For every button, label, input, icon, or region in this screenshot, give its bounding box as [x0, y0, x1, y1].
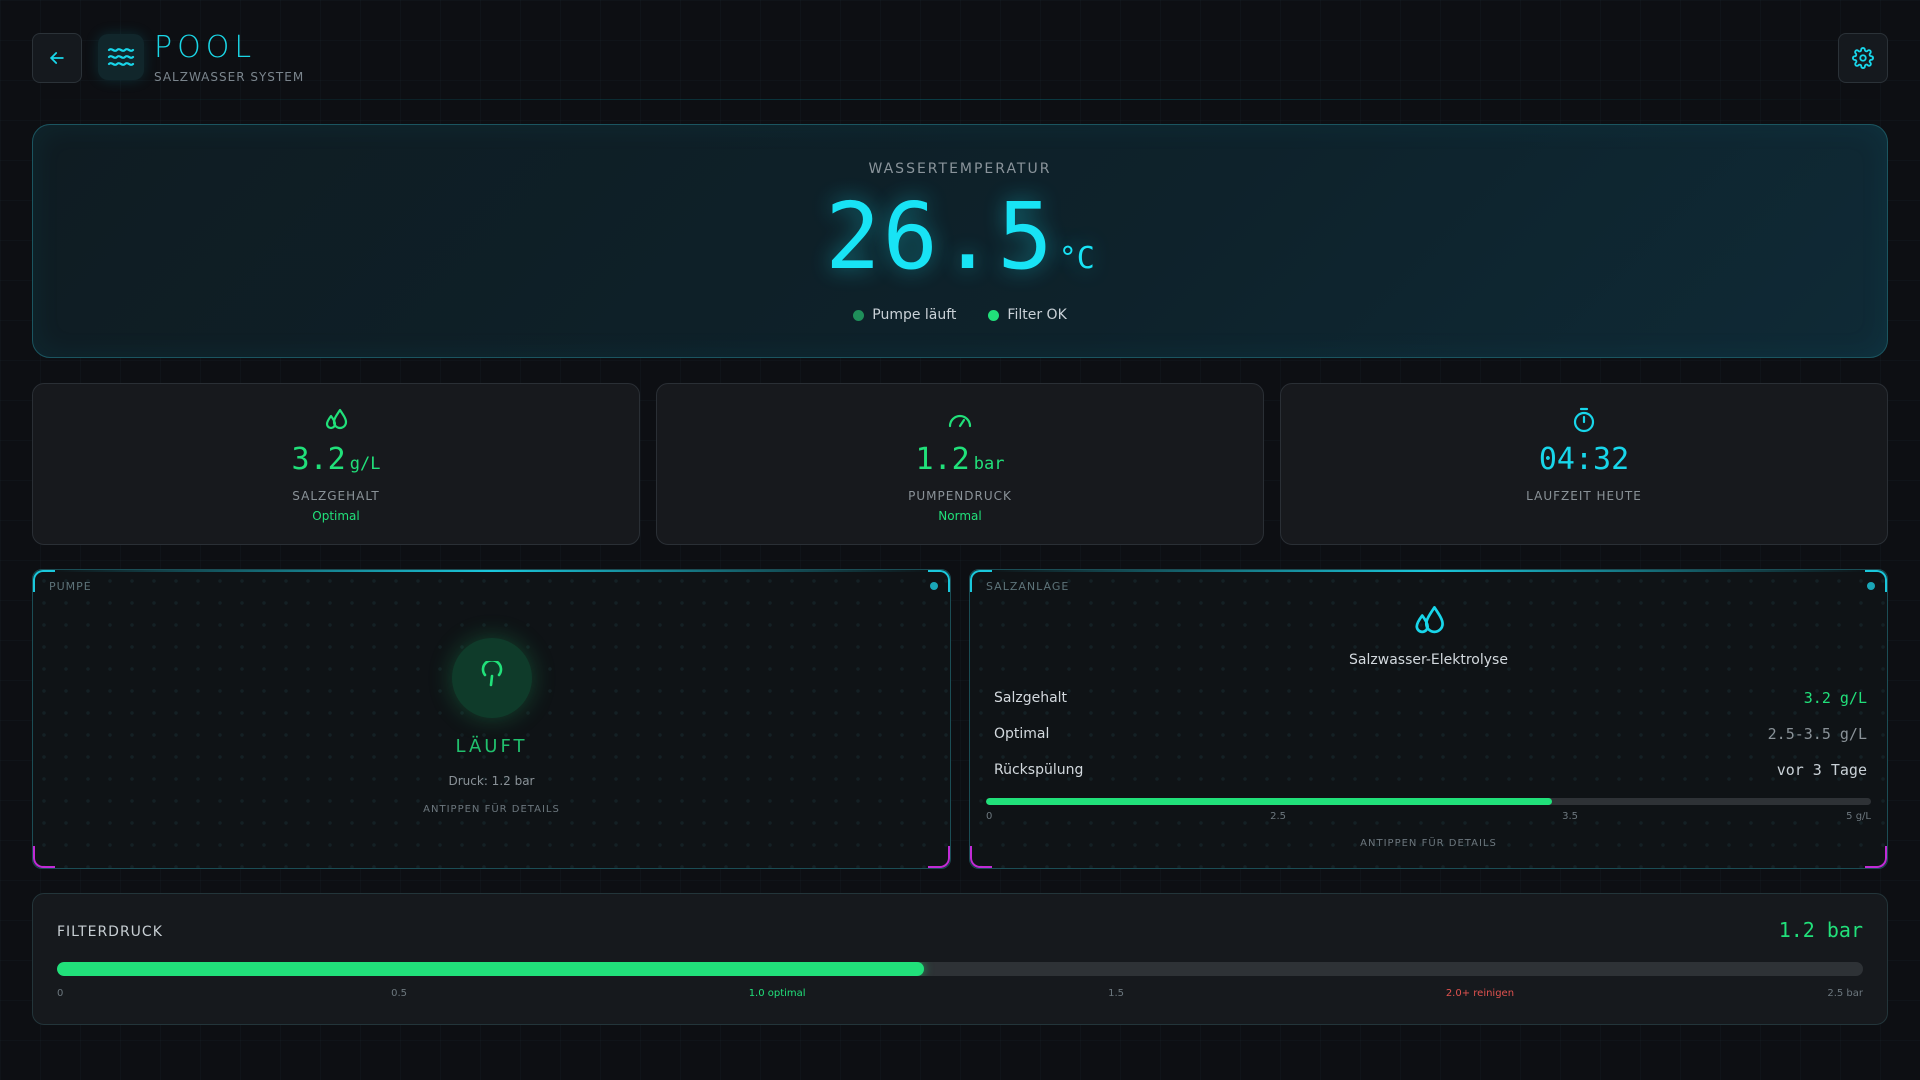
- gauge-icon: [948, 414, 972, 428]
- salt-row-optimal: Optimal 2.5-3.5 g/L: [994, 723, 1867, 745]
- filter-tick: 2.5 bar: [1827, 988, 1863, 999]
- salt-value-unit: g/L: [349, 454, 381, 474]
- salt-drops-icon: [325, 408, 348, 430]
- header-divider: [32, 99, 1888, 100]
- filter-tick-optimal: 1.0 optimal: [748, 988, 806, 999]
- filter-scale: 0 0.5 1.0 optimal 1.5 2.0+ reinigen 2.5 …: [57, 988, 1863, 1000]
- salt-level-fill: [986, 798, 1553, 805]
- salt-drops-icon: [1414, 606, 1444, 634]
- salt-stat-label: SALZGEHALT: [292, 489, 380, 503]
- salt-scale: 0 2.5 3.5 5 g/L: [986, 811, 1871, 823]
- salt-level-bar: [986, 798, 1871, 805]
- temperature-card[interactable]: WASSERTEMPERATUR 26.5 °C Pumpe läuft Filt…: [32, 124, 1888, 358]
- salt-value-number: 3.2: [291, 442, 346, 477]
- pump-status-dot: [853, 309, 865, 321]
- pump-status-label: Pumpe läuft: [872, 307, 957, 323]
- gear-icon: [1852, 47, 1874, 69]
- salt-stat-value: 3.2 g/L: [33, 442, 639, 477]
- pump-pressure: Druck: 1.2 bar: [448, 774, 535, 788]
- salt-panel-indicator: [1867, 582, 1875, 590]
- pump-power-button[interactable]: [451, 638, 532, 718]
- filter-status-label: Filter OK: [1007, 307, 1067, 323]
- corner-bottom-left: [970, 846, 992, 868]
- pump-panel-glow: [53, 570, 930, 572]
- page-subtitle: SALZWASSER SYSTEM: [154, 70, 305, 84]
- arrow-left-icon: [50, 52, 64, 64]
- row-key: Rückspülung: [994, 762, 1084, 778]
- temperature-label: WASSERTEMPERATUR: [868, 161, 1052, 177]
- salt-stat-card[interactable]: 3.2 g/L SALZGEHALT Optimal: [32, 383, 640, 545]
- row-value: 2.5-3.5 g/L: [1767, 725, 1867, 743]
- salt-panel-glow: [990, 570, 1867, 572]
- filter-status: Filter OK: [988, 307, 1067, 323]
- salt-hint: ANTIPPEN FÜR DETAILS: [1360, 838, 1497, 849]
- corner-bottom-right: [928, 846, 950, 868]
- salt-row-salinity: Salzgehalt 3.2 g/L: [994, 687, 1867, 709]
- salt-tick: 2.5: [1270, 811, 1286, 822]
- salt-tick: 5 g/L: [1846, 811, 1871, 822]
- pump-panel-indicator: [930, 582, 938, 590]
- pressure-value-unit: bar: [973, 454, 1005, 474]
- row-key: Optimal: [994, 726, 1050, 742]
- salt-panel[interactable]: SALZANLAGE Salzwasser-Elektrolyse Salzge…: [969, 569, 1888, 869]
- filter-pressure-label: FILTERDRUCK: [57, 924, 163, 940]
- filter-pressure-value: 1.2 bar: [1778, 918, 1863, 942]
- pressure-stat-label: PUMPENDRUCK: [908, 489, 1012, 503]
- pressure-stat-value: 1.2 bar: [657, 442, 1263, 477]
- filter-tick-clean: 2.0+ reinigen: [1445, 988, 1515, 999]
- salt-panel-tag: SALZANLAGE: [986, 580, 1070, 593]
- filter-tick: 0.5: [391, 988, 408, 999]
- back-button[interactable]: [32, 33, 82, 83]
- temperature-unit: °C: [1058, 241, 1095, 276]
- waves-icon: [107, 48, 135, 66]
- filter-status-dot: [988, 309, 1000, 321]
- corner-bottom-right: [1865, 846, 1887, 868]
- settings-button[interactable]: [1838, 33, 1888, 83]
- pressure-value-number: 1.2: [915, 442, 970, 477]
- pump-status: Pumpe läuft: [853, 307, 956, 323]
- row-value: 3.2 g/L: [1803, 689, 1867, 707]
- salt-row-backwash: Rückspülung vor 3 Tage: [994, 759, 1867, 781]
- header: POOL SALZWASSER SYSTEM: [32, 30, 1888, 84]
- salt-title: Salzwasser-Elektrolyse: [1349, 652, 1508, 668]
- temperature-value: 26.5 °C: [33, 183, 1887, 290]
- pressure-stat-status: Normal: [938, 509, 982, 523]
- corner-bottom-left: [33, 846, 55, 868]
- power-icon: [481, 661, 502, 687]
- runtime-stat-label: LAUFZEIT HEUTE: [1526, 489, 1642, 503]
- temperature-number: 26.5: [825, 183, 1055, 290]
- salt-tick: 0: [986, 811, 993, 822]
- stopwatch-icon: [1573, 407, 1595, 433]
- filter-tick: 0: [57, 988, 64, 999]
- filter-pressure-card[interactable]: FILTERDRUCK 1.2 bar 0 0.5 1.0 optimal 1.…: [32, 893, 1888, 1025]
- pump-hint: ANTIPPEN FÜR DETAILS: [423, 804, 560, 815]
- pump-panel-tag: PUMPE: [49, 580, 92, 593]
- waves-logo: [98, 34, 144, 80]
- runtime-stat-value: 04:32: [1538, 442, 1630, 477]
- status-indicators: Pumpe läuft Filter OK: [33, 307, 1887, 323]
- filter-pressure-bar: [57, 962, 1863, 976]
- pressure-stat-card[interactable]: 1.2 bar PUMPENDRUCK Normal: [656, 383, 1264, 545]
- filter-pressure-fill: [57, 962, 924, 976]
- filter-tick: 1.5: [1108, 988, 1124, 999]
- pump-state: LÄUFT: [455, 736, 528, 757]
- page-title: POOL: [154, 30, 257, 65]
- row-value: vor 3 Tage: [1776, 761, 1867, 779]
- runtime-stat-card[interactable]: 04:32 LAUFZEIT HEUTE: [1280, 383, 1888, 545]
- salt-stat-status: Optimal: [312, 509, 360, 523]
- salt-tick: 3.5: [1562, 811, 1579, 822]
- row-key: Salzgehalt: [994, 690, 1068, 706]
- pump-panel[interactable]: PUMPE LÄUFT Druck: 1.2 bar ANTIPPEN FÜR …: [32, 569, 951, 869]
